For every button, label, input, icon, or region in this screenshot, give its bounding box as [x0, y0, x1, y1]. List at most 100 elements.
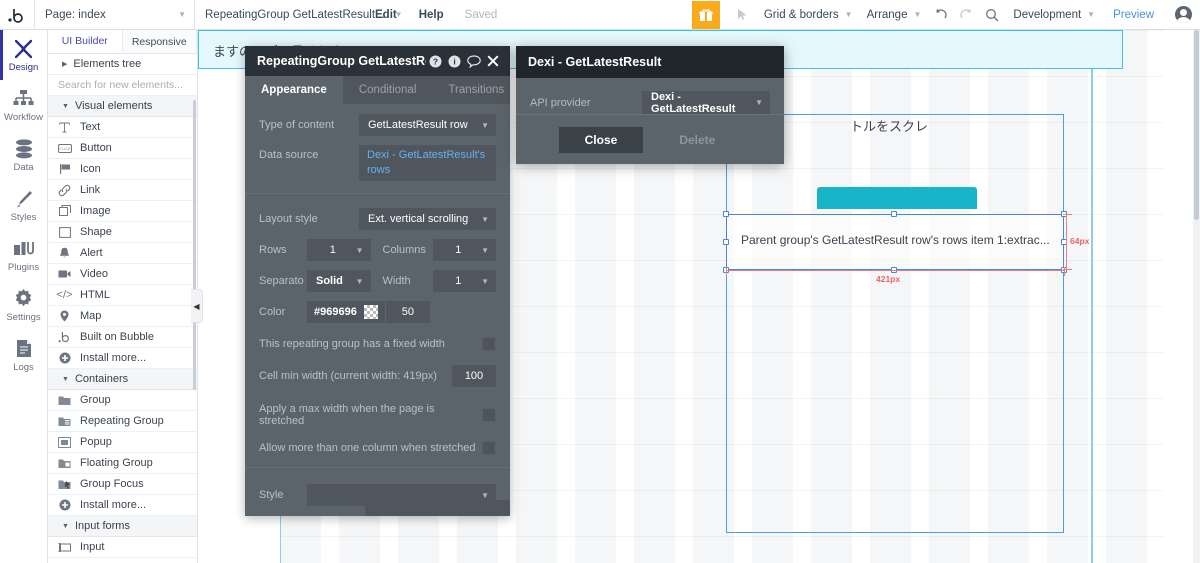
fixed-width-checkbox[interactable]: [482, 337, 496, 351]
section-containers[interactable]: ▼ Containers: [48, 369, 197, 390]
element-item-group-focus[interactable]: Group Focus: [48, 474, 197, 495]
undo-icon[interactable]: [927, 0, 953, 30]
rail-item-workflow[interactable]: Workflow: [0, 80, 47, 130]
element-item-html[interactable]: </> HTML: [48, 285, 197, 306]
color-swatch-icon: [363, 305, 378, 319]
tab-transitions[interactable]: Transitions: [432, 76, 510, 104]
delete-button: Delete: [679, 132, 716, 147]
teal-header-bar[interactable]: [817, 187, 977, 209]
tab-conditional[interactable]: Conditional: [343, 76, 433, 104]
search-input[interactable]: Search for new elements...: [48, 75, 197, 96]
tab-appearance[interactable]: Appearance: [245, 76, 343, 104]
section-visual-elements[interactable]: ▼ Visual elements: [48, 96, 197, 117]
element-item-group[interactable]: Group: [48, 390, 197, 411]
api-provider-row: API provider Dexi - GetLatestResult ▼: [530, 91, 770, 115]
rail-item-data[interactable]: Data: [0, 130, 47, 180]
element-item-install-more-containers[interactable]: Install more...: [48, 495, 197, 516]
element-item-install-more-visual[interactable]: Install more...: [48, 348, 197, 369]
close-button[interactable]: Close: [558, 126, 644, 153]
rail-item-design[interactable]: Design: [0, 30, 47, 80]
tab-responsive[interactable]: Responsive: [122, 30, 197, 53]
resize-handle-nw[interactable]: [723, 211, 729, 217]
database-icon: [15, 138, 33, 160]
element-item-popup[interactable]: Popup: [48, 432, 197, 453]
redo-icon[interactable]: [953, 0, 979, 30]
bubble-logo-icon[interactable]: [0, 0, 34, 30]
separator-width-value: 1: [455, 275, 462, 287]
version-selector[interactable]: Development ▼: [1005, 0, 1101, 30]
rail-item-settings[interactable]: Settings: [0, 280, 47, 330]
gift-icon[interactable]: [691, 0, 720, 29]
help-icon[interactable]: ?: [426, 55, 445, 68]
element-item-icon[interactable]: Icon: [48, 159, 197, 180]
element-label: Icon: [80, 163, 101, 175]
selected-text-element[interactable]: Parent group's GetLatestResult row's row…: [723, 211, 1067, 273]
element-label: HTML: [80, 289, 110, 301]
cell-min-width-input[interactable]: 100: [452, 365, 496, 387]
element-item-link[interactable]: Link: [48, 180, 197, 201]
close-icon[interactable]: [483, 55, 502, 67]
resize-handle-n[interactable]: [891, 211, 897, 217]
page-selector[interactable]: Page: index ▼: [34, 0, 194, 30]
element-item-video[interactable]: Video: [48, 264, 197, 285]
comment-icon[interactable]: [464, 54, 483, 68]
element-item-map[interactable]: Map: [48, 306, 197, 327]
repeating-group-outline[interactable]: [726, 114, 1064, 533]
separator-select[interactable]: Solid ▼: [307, 270, 371, 292]
type-of-content-select[interactable]: GetLatestResult row ▼: [359, 114, 496, 136]
rail-item-styles[interactable]: Styles: [0, 180, 47, 230]
grid-borders-menu[interactable]: Grid & borders ▼: [756, 0, 859, 30]
color-picker[interactable]: #969696: [307, 301, 385, 323]
columns-select[interactable]: 1 ▼: [432, 239, 496, 261]
element-item-image[interactable]: Image: [48, 201, 197, 222]
element-item-built-on-bubble[interactable]: Built on Bubble: [48, 327, 197, 348]
element-label: Text: [80, 121, 101, 133]
elements-tree-toggle[interactable]: ▶ Elements tree: [48, 54, 197, 75]
resize-handle-w[interactable]: [723, 239, 729, 245]
layout-style-select[interactable]: Ext. vertical scrolling ▼: [359, 208, 496, 230]
element-item-repeating-group[interactable]: Repeating Group: [48, 411, 197, 432]
element-item-input[interactable]: Input: [48, 537, 197, 558]
section-input-forms[interactable]: ▼ Input forms: [48, 516, 197, 537]
element-item-text[interactable]: Text: [48, 117, 197, 138]
color-opacity-input[interactable]: 50: [385, 301, 430, 323]
collapse-panel-button[interactable]: ◀: [191, 289, 203, 323]
type-of-content-label: Type of content: [259, 119, 335, 131]
element-item-floating-group[interactable]: Floating Group: [48, 453, 197, 474]
rail-item-plugins[interactable]: Plugins: [0, 230, 47, 280]
element-item-alert[interactable]: Alert: [48, 243, 197, 264]
property-panel-tabs: Appearance Conditional Transitions: [245, 76, 510, 104]
workflow-icon: [13, 88, 34, 110]
separator-width-label: Width: [382, 275, 411, 287]
api-provider-select[interactable]: Dexi - GetLatestResult ▼: [642, 91, 770, 115]
cell-min-width-row: Cell min width (current width: 419px) 10…: [259, 365, 496, 387]
element-item-button[interactable]: CLICK Button: [48, 138, 197, 159]
max-width-checkbox[interactable]: [482, 408, 496, 422]
arrange-menu[interactable]: Arrange ▼: [859, 0, 928, 30]
chevron-down-icon: ▼: [913, 9, 922, 19]
data-source-value[interactable]: Dexi - GetLatestResult's rows: [359, 145, 496, 181]
rail-item-logs[interactable]: Logs: [0, 330, 47, 380]
type-of-content-value: GetLatestResult row: [368, 119, 468, 131]
element-selector[interactable]: RepeatingGroup GetLatestResult... ▼: [194, 0, 403, 30]
chevron-down-icon: ▼: [481, 120, 489, 130]
rows-select[interactable]: 1 ▼: [307, 239, 371, 261]
info-icon[interactable]: i: [445, 55, 464, 68]
element-item-shape[interactable]: Shape: [48, 222, 197, 243]
elements-panel-scrollbar[interactable]: [193, 100, 196, 390]
preview-button[interactable]: Preview: [1101, 9, 1166, 21]
element-label: Alert: [80, 247, 103, 259]
property-panel-bottom-field[interactable]: [365, 500, 510, 516]
search-icon[interactable]: [979, 0, 1005, 30]
separator-width-select[interactable]: 1 ▼: [432, 270, 496, 292]
chevron-down-icon: ▼: [844, 9, 853, 19]
multi-column-checkbox[interactable]: [482, 441, 496, 455]
color-label: Color: [259, 306, 286, 318]
help-menu[interactable]: Help: [408, 0, 455, 30]
canvas-scrollbar[interactable]: [1193, 30, 1200, 563]
avatar[interactable]: [1166, 0, 1200, 30]
cursor-arrow-icon[interactable]: [730, 0, 756, 30]
tab-ui-builder[interactable]: UI Builder: [48, 30, 123, 53]
edit-menu[interactable]: Edit: [364, 0, 408, 30]
element-label: Input: [80, 541, 105, 553]
